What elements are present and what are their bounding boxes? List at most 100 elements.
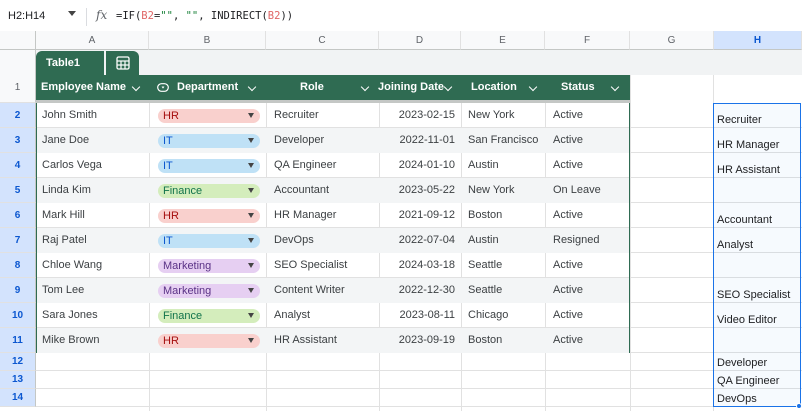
cell-role[interactable]: HR Manager [274, 203, 336, 228]
cell-joining-date[interactable]: 2022-07-04 [380, 228, 455, 253]
row-header-1[interactable]: 1 [0, 50, 36, 103]
cell-joining-date[interactable]: 2023-05-22 [380, 178, 455, 203]
cell-h6[interactable]: Accountant [714, 212, 801, 228]
chevron-down-icon[interactable] [360, 82, 370, 92]
column-header-f[interactable]: F [545, 31, 630, 50]
cell-location[interactable]: Austin [468, 153, 499, 178]
header-employee-name[interactable]: Employee Name [41, 75, 146, 100]
cell-joining-date[interactable]: 2022-11-01 [380, 128, 455, 153]
department-chip[interactable]: HR [158, 334, 260, 348]
cell-location[interactable]: New York [468, 103, 514, 128]
cell-employee-name[interactable]: Sara Jones [42, 303, 98, 328]
cell-joining-date[interactable]: 2021-09-12 [380, 203, 455, 228]
cell-location[interactable]: New York [468, 178, 514, 203]
cell-employee-name[interactable]: Mike Brown [42, 328, 99, 353]
column-header-c[interactable]: C [266, 31, 379, 50]
cell-employee-name[interactable]: Jane Doe [42, 128, 89, 153]
header-status[interactable]: Status [561, 75, 627, 100]
department-chip[interactable]: HR [158, 109, 260, 123]
row-header-13[interactable]: 13 [0, 371, 36, 389]
cell-status[interactable]: Active [553, 253, 583, 278]
fill-handle[interactable] [796, 403, 802, 409]
cell-status[interactable]: Active [553, 328, 583, 353]
chevron-down-icon[interactable] [443, 82, 453, 92]
row-header-10[interactable]: 10 [0, 303, 36, 328]
row-header-9[interactable]: 9 [0, 278, 36, 303]
cell-h3[interactable]: HR Manager [714, 137, 801, 153]
chevron-down-icon[interactable] [528, 82, 538, 92]
cell-role[interactable]: HR Assistant [274, 328, 337, 353]
department-chip[interactable]: IT [158, 134, 260, 148]
cell-status[interactable]: Active [553, 128, 583, 153]
cell-joining-date[interactable]: 2023-09-19 [380, 328, 455, 353]
row-header-12[interactable]: 12 [0, 353, 36, 371]
row-header-2[interactable]: 2 [0, 103, 36, 128]
cell-location[interactable]: Austin [468, 228, 499, 253]
chevron-down-icon[interactable] [131, 82, 141, 92]
row-header-7[interactable]: 7 [0, 228, 36, 253]
cell-role[interactable]: Recruiter [274, 103, 319, 128]
name-box-dropdown-icon[interactable] [68, 11, 76, 16]
cell-role[interactable]: DevOps [274, 228, 314, 253]
cell-h2[interactable]: Recruiter [714, 112, 801, 128]
cell-joining-date[interactable]: 2023-02-15 [380, 103, 455, 128]
cell-employee-name[interactable]: John Smith [42, 103, 97, 128]
cell-employee-name[interactable]: Carlos Vega [42, 153, 102, 178]
cell-employee-name[interactable]: Raj Patel [42, 228, 87, 253]
column-header-e[interactable]: E [461, 31, 545, 50]
cell-h10[interactable]: Video Editor [714, 312, 801, 328]
row-header-14[interactable]: 14 [0, 389, 36, 407]
column-header-g[interactable]: G [630, 31, 714, 50]
header-role[interactable]: Role [300, 75, 375, 100]
chevron-down-icon[interactable] [610, 82, 620, 92]
cell-status[interactable]: Active [553, 278, 583, 303]
cell-role[interactable]: Analyst [274, 303, 310, 328]
cell-h8[interactable] [714, 262, 801, 278]
cell-joining-date[interactable]: 2022-12-30 [380, 278, 455, 303]
column-header-b[interactable]: B [149, 31, 266, 50]
column-header-d[interactable]: D [379, 31, 461, 50]
header-department[interactable]: Department [157, 75, 263, 100]
cell-h7[interactable]: Analyst [714, 237, 801, 253]
cell-location[interactable]: Seattle [468, 253, 502, 278]
header-location[interactable]: Location [471, 75, 542, 100]
cell-h4[interactable]: HR Assistant [714, 162, 801, 178]
cell-role[interactable]: QA Engineer [274, 153, 336, 178]
cell-h13[interactable]: QA Engineer [714, 373, 801, 389]
department-chip[interactable]: IT [158, 159, 260, 173]
cell-role[interactable]: Accountant [274, 178, 329, 203]
department-chip[interactable]: Finance [158, 309, 260, 323]
cell-status[interactable]: Active [553, 153, 583, 178]
cell-role[interactable]: Content Writer [274, 278, 345, 303]
table-view-button[interactable] [106, 51, 139, 75]
cell-employee-name[interactable]: Mark Hill [42, 203, 85, 228]
cell-location[interactable]: Seattle [468, 278, 502, 303]
cell-role[interactable]: SEO Specialist [274, 253, 347, 278]
cell-status[interactable]: Resigned [553, 228, 599, 253]
cell-h11[interactable] [714, 337, 801, 353]
table-name-tab[interactable]: Table1 [36, 51, 104, 75]
cell-status[interactable]: On Leave [553, 178, 601, 203]
cell-status[interactable]: Active [553, 203, 583, 228]
cell-joining-date[interactable]: 2024-01-10 [380, 153, 455, 178]
row-header-6[interactable]: 6 [0, 203, 36, 228]
cell-status[interactable]: Active [553, 303, 583, 328]
select-all-corner[interactable] [0, 31, 36, 50]
department-chip[interactable]: Marketing [158, 259, 260, 273]
cell-h12[interactable]: Developer [714, 355, 801, 371]
row-header-11[interactable]: 11 [0, 328, 36, 353]
department-chip[interactable]: IT [158, 234, 260, 248]
column-header-a[interactable]: A [36, 31, 149, 50]
cell-employee-name[interactable]: Chloe Wang [42, 253, 102, 278]
row-header-4[interactable]: 4 [0, 153, 36, 178]
column-header-h[interactable]: H [714, 31, 802, 50]
cell-joining-date[interactable]: 2023-08-11 [380, 303, 455, 328]
department-chip[interactable]: Finance [158, 184, 260, 198]
row-header-5[interactable]: 5 [0, 178, 36, 203]
cell-h14[interactable]: DevOps [714, 391, 801, 407]
cell-location[interactable]: San Francisco [468, 128, 538, 153]
cell-location[interactable]: Boston [468, 203, 502, 228]
cell-status[interactable]: Active [553, 103, 583, 128]
cell-employee-name[interactable]: Tom Lee [42, 278, 84, 303]
cell-joining-date[interactable]: 2024-03-18 [380, 253, 455, 278]
